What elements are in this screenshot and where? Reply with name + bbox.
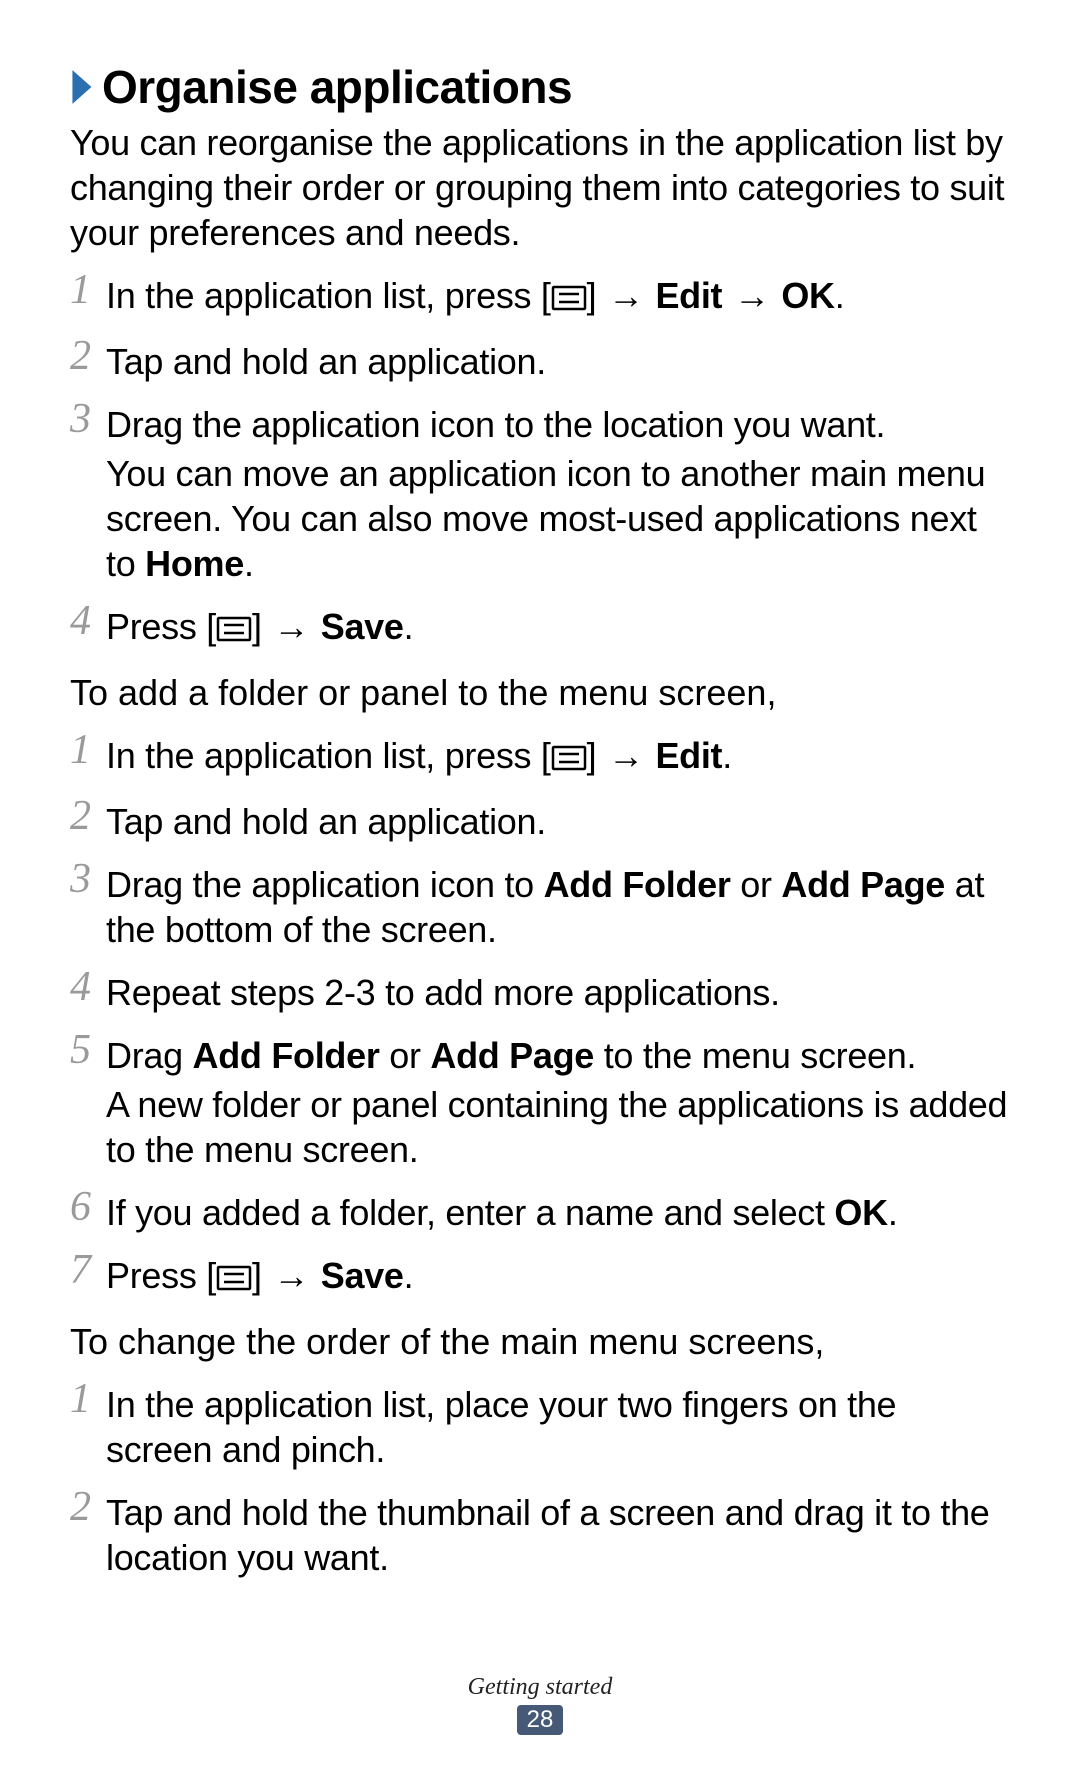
text: If you added a folder, enter a name and …	[106, 1192, 834, 1233]
text: Press [	[106, 606, 216, 647]
text: A new folder or panel containing the app…	[106, 1082, 1010, 1172]
menu-icon	[551, 736, 587, 781]
step-number: 3	[70, 398, 106, 440]
step-body: Drag the application icon to the locatio…	[106, 402, 1010, 590]
steps-reorganise: 1 In the application list, press [] → Ed…	[70, 273, 1010, 656]
step: 4 Press [] → Save.	[70, 604, 1010, 656]
step-body: If you added a folder, enter a name and …	[106, 1190, 1010, 1239]
step: 5 Drag Add Folder or Add Page to the men…	[70, 1033, 1010, 1176]
heading-text: Organise applications	[102, 60, 572, 114]
step-body: Tap and hold an application.	[106, 339, 1010, 388]
step-number: 4	[70, 966, 106, 1008]
text: .	[722, 735, 732, 776]
step-body: Drag the application icon to Add Folder …	[106, 862, 1010, 956]
bold-text: Home	[145, 543, 244, 584]
step: 3 Drag the application icon to the locat…	[70, 402, 1010, 590]
step-number: 1	[70, 729, 106, 771]
text: ]	[587, 275, 606, 316]
text: or	[731, 864, 782, 905]
menu-icon	[551, 276, 587, 321]
bold-text: Add Page	[781, 864, 945, 905]
text: Tap and hold an application.	[106, 799, 1010, 844]
step-body: Repeat steps 2-3 to add more application…	[106, 970, 1010, 1019]
step-body: Drag Add Folder or Add Page to the menu …	[106, 1033, 1010, 1176]
step: 2 Tap and hold an application.	[70, 799, 1010, 848]
arrow-icon: →	[608, 733, 644, 778]
text: .	[404, 606, 414, 647]
step-number: 2	[70, 1486, 106, 1528]
steps-change-order: 1 In the application list, place your tw…	[70, 1382, 1010, 1584]
text: .	[835, 275, 845, 316]
step-number: 1	[70, 269, 106, 311]
step: 2 Tap and hold an application.	[70, 339, 1010, 388]
step-body: Press [] → Save.	[106, 1253, 1010, 1305]
text: In the application list, place your two …	[106, 1382, 1010, 1472]
step: 6 If you added a folder, enter a name an…	[70, 1190, 1010, 1239]
step-number: 3	[70, 858, 106, 900]
step-number: 4	[70, 600, 106, 642]
step: 3 Drag the application icon to Add Folde…	[70, 862, 1010, 956]
step: 7 Press [] → Save.	[70, 1253, 1010, 1305]
chevron-right-icon	[70, 68, 96, 106]
bold-text: Edit	[655, 275, 722, 316]
bold-text: OK	[834, 1192, 887, 1233]
bold-text: Add Folder	[193, 1035, 380, 1076]
section-heading: Organise applications	[70, 60, 1010, 114]
step-body: In the application list, press [] → Edit…	[106, 733, 1010, 785]
text: Tap and hold an application.	[106, 339, 1010, 384]
intro-text: You can reorganise the applications in t…	[70, 120, 1010, 255]
menu-icon	[216, 1256, 252, 1301]
step: 1 In the application list, place your tw…	[70, 1382, 1010, 1476]
step-body: In the application list, press [] → Edit…	[106, 273, 1010, 325]
step: 2 Tap and hold the thumbnail of a screen…	[70, 1490, 1010, 1584]
arrow-icon: →	[273, 1253, 309, 1298]
text: Press [	[106, 1255, 216, 1296]
step: 1 In the application list, press [] → Ed…	[70, 273, 1010, 325]
text: Drag the application icon to the locatio…	[106, 402, 1010, 447]
text: ]	[252, 606, 271, 647]
page-footer: Getting started 28	[0, 1674, 1080, 1735]
menu-icon	[216, 607, 252, 652]
subheading: To change the order of the main menu scr…	[70, 1319, 1010, 1364]
bold-text: OK	[781, 275, 834, 316]
step: 4 Repeat steps 2-3 to add more applicati…	[70, 970, 1010, 1019]
text: Drag the application icon to	[106, 864, 544, 905]
arrow-icon: →	[734, 273, 770, 318]
bold-text: Add Folder	[544, 864, 731, 905]
step-number: 7	[70, 1249, 106, 1291]
step-number: 2	[70, 795, 106, 837]
text: .	[888, 1192, 898, 1233]
step-body: Press [] → Save.	[106, 604, 1010, 656]
step-number: 1	[70, 1378, 106, 1420]
step-body: Tap and hold an application.	[106, 799, 1010, 848]
text: Tap and hold the thumbnail of a screen a…	[106, 1490, 1010, 1580]
steps-add-folder: 1 In the application list, press [] → Ed…	[70, 733, 1010, 1305]
text: ]	[587, 735, 606, 776]
footer-section: Getting started	[0, 1674, 1080, 1701]
bold-text: Save	[321, 606, 404, 647]
manual-page: Organise applications You can reorganise…	[0, 0, 1080, 1771]
text: In the application list, press [	[106, 735, 551, 776]
text: Drag	[106, 1035, 193, 1076]
subheading: To add a folder or panel to the menu scr…	[70, 670, 1010, 715]
step-number: 5	[70, 1029, 106, 1071]
text: .	[244, 543, 254, 584]
arrow-icon: →	[273, 604, 309, 649]
text: ]	[252, 1255, 271, 1296]
step-number: 6	[70, 1186, 106, 1228]
step-body: Tap and hold the thumbnail of a screen a…	[106, 1490, 1010, 1584]
bold-text: Edit	[655, 735, 722, 776]
page-number-badge: 28	[517, 1705, 564, 1735]
text: .	[404, 1255, 414, 1296]
text: In the application list, press [	[106, 275, 551, 316]
step: 1 In the application list, press [] → Ed…	[70, 733, 1010, 785]
bold-text: Add Page	[430, 1035, 594, 1076]
text: to the menu screen.	[594, 1035, 916, 1076]
text: Repeat steps 2-3 to add more application…	[106, 970, 1010, 1015]
step-number: 2	[70, 335, 106, 377]
bold-text: Save	[321, 1255, 404, 1296]
step-body: In the application list, place your two …	[106, 1382, 1010, 1476]
arrow-icon: →	[608, 273, 644, 318]
text: or	[380, 1035, 431, 1076]
